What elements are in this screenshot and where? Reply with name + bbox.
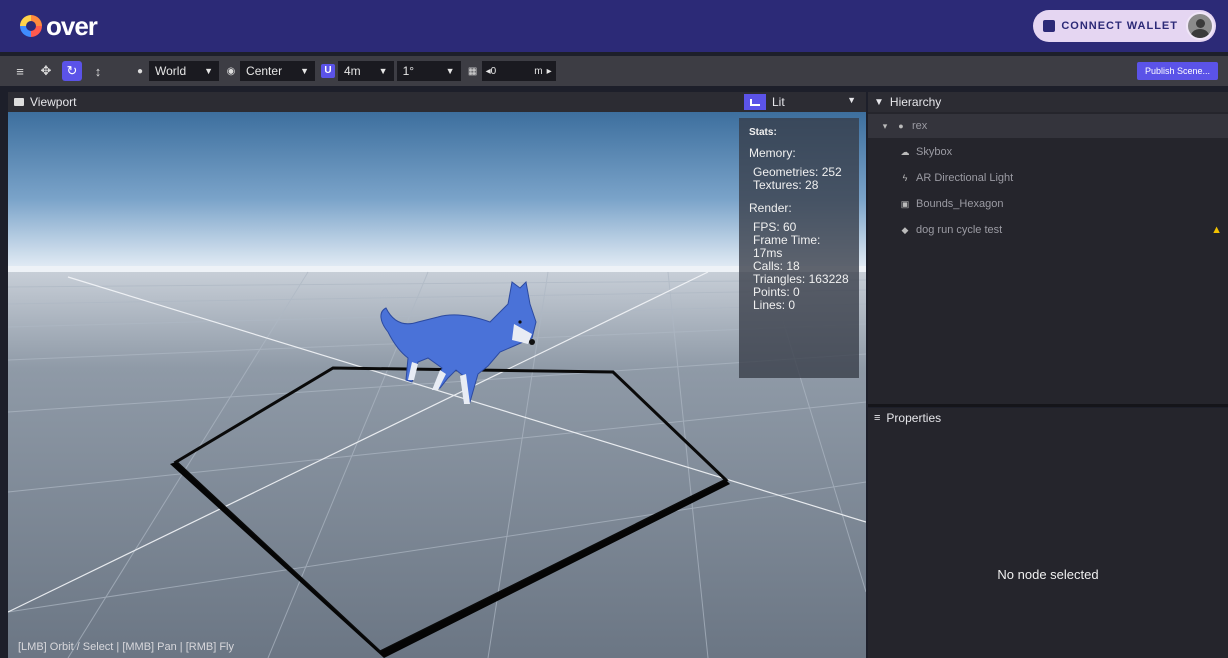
shading-select[interactable]: Lit ▼	[772, 95, 862, 109]
stats-title: Stats:	[749, 127, 777, 138]
properties-title: Properties	[886, 411, 942, 425]
grid-unit: m	[534, 65, 543, 77]
logo-icon	[20, 15, 42, 37]
app-logo[interactable]: over	[20, 10, 98, 42]
snap-angle-value: 1°	[402, 64, 415, 78]
tree-item-skybox[interactable]: ☁ Skybox	[868, 140, 1228, 164]
viewport-title: Viewport	[30, 95, 77, 109]
tree-item-label: dog run cycle test	[916, 224, 1003, 236]
textures-stat: Textures: 28	[753, 178, 819, 192]
chevron-down-icon: ▼	[847, 95, 856, 105]
increment-icon[interactable]: ▸	[547, 66, 552, 77]
connect-wallet-button[interactable]: CONNECT WALLET	[1043, 20, 1178, 32]
chevron-down-icon: ▼	[445, 66, 455, 76]
pivot-value: Center	[246, 64, 283, 78]
bounds-icon: ▣	[900, 198, 910, 209]
model-icon: ◆	[901, 224, 909, 235]
grid-icon: ▦	[467, 65, 478, 77]
empty-selection-text: No node selected	[997, 567, 1099, 582]
chevron-down-icon: ▼	[300, 66, 309, 76]
warning-icon[interactable]: ▲	[1211, 224, 1222, 236]
snap-distance-value: 4m	[344, 64, 361, 78]
grid-value[interactable]: 0	[491, 66, 497, 77]
avatar[interactable]	[1186, 12, 1214, 40]
light-icon: ϟ	[902, 173, 908, 183]
tree-item-dog[interactable]: ◆ dog run cycle test ▲	[868, 218, 1228, 242]
chevron-down-icon: ▼	[378, 66, 388, 76]
wallet-icon	[1043, 20, 1056, 32]
space-select[interactable]: World ▼	[149, 61, 220, 81]
scene-icon: ●	[898, 121, 904, 131]
tree-item-bounds[interactable]: ▣ Bounds_Hexagon	[868, 192, 1228, 216]
grid-stepper[interactable]: ◂ 0 m ▸	[481, 61, 556, 81]
tree-item-label: AR Directional Light	[916, 172, 1014, 184]
logo-text: over	[46, 10, 98, 41]
chevron-down-icon: ▼	[204, 66, 214, 76]
account-area: CONNECT WALLET	[1033, 10, 1216, 42]
properties-header: ≡ Properties	[868, 408, 1228, 428]
toolbar: ≡ ✥ ↻ ↕ ● World ▼ ◉ Center ▼ U 4m ▼ 1° ▼…	[0, 56, 1228, 86]
menu-icon[interactable]: ≡	[10, 61, 30, 81]
scale-icon[interactable]: ↕	[88, 61, 108, 81]
tree-item-rex[interactable]: ▾ ● rex	[868, 114, 1228, 138]
lines-stat: Lines: 0	[753, 298, 796, 312]
rotate-icon[interactable]: ↻	[62, 61, 82, 81]
cloud-icon: ☁	[900, 146, 910, 157]
properties-icon: ≡	[874, 412, 881, 424]
scene-render[interactable]	[8, 112, 866, 658]
chart-mode-icon[interactable]	[744, 94, 766, 110]
panel-divider[interactable]	[868, 404, 1228, 407]
frame-time-stat: Frame Time: 17ms	[753, 233, 821, 260]
pivot-icon: ◉	[226, 65, 236, 77]
tree-item-label: Skybox	[916, 146, 953, 158]
memory-label: Memory:	[749, 146, 796, 160]
hierarchy-header: ▼ Hierarchy	[868, 92, 1228, 112]
hierarchy-icon: ▼	[874, 96, 884, 108]
move-icon[interactable]: ✥	[36, 61, 56, 81]
snap-magnet-icon[interactable]: U	[321, 64, 335, 78]
snap-distance-select[interactable]: 4m ▼	[338, 61, 394, 81]
tree-item-label: Bounds_Hexagon	[916, 198, 1004, 210]
hierarchy-title: Hierarchy	[889, 95, 942, 109]
viewport-help-text: [LMB] Orbit / Select | [MMB] Pan | [RMB]…	[18, 641, 234, 653]
connect-wallet-label: CONNECT WALLET	[1061, 20, 1178, 32]
render-label: Render:	[749, 201, 792, 215]
stats-panel: Stats: Memory: Geometries: 252 Textures:…	[739, 118, 859, 378]
shading-value: Lit	[772, 95, 785, 109]
pivot-select[interactable]: Center ▼	[240, 61, 315, 81]
top-bar: over CONNECT WALLET	[0, 0, 1228, 52]
hierarchy-tree: ▾ ● rex ☁ Skybox ϟ AR Directional Light …	[868, 112, 1228, 404]
viewport-icon	[14, 98, 24, 106]
publish-scene-button[interactable]: Publish Scene...	[1136, 62, 1218, 80]
chevron-down-icon[interactable]: ▾	[880, 121, 890, 132]
tree-item-label: rex	[912, 120, 928, 132]
viewport-canvas[interactable]	[8, 112, 866, 658]
properties-panel: No node selected	[868, 428, 1228, 658]
tree-item-light[interactable]: ϟ AR Directional Light	[868, 166, 1228, 190]
snap-angle-select[interactable]: 1° ▼	[396, 61, 461, 81]
globe-icon: ●	[136, 65, 144, 77]
viewport-header: Viewport Lit ▼	[8, 92, 866, 112]
space-value: World	[155, 64, 187, 78]
